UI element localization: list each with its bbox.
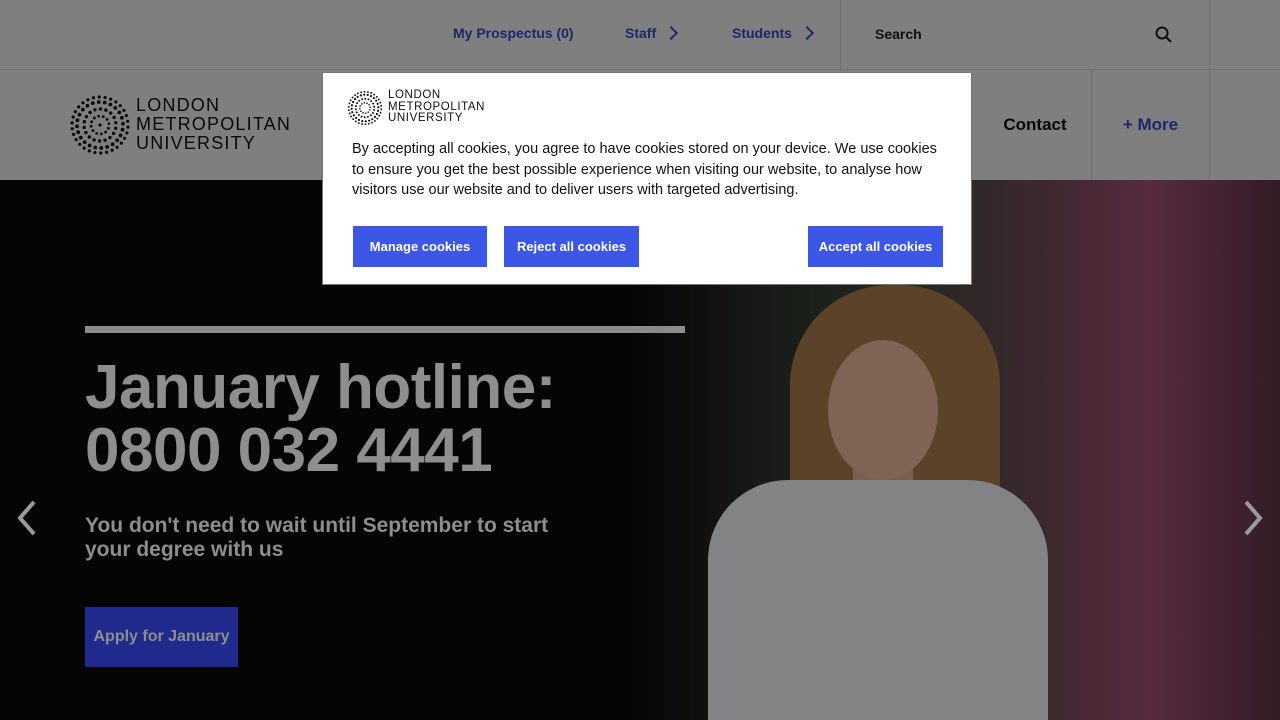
carousel-next-icon[interactable] (1240, 498, 1266, 538)
cookie-message: By accepting all cookies, you agree to h… (352, 141, 937, 198)
hero-title-line1: January hotline: (85, 353, 556, 422)
cookie-logo-wordmark: LONDON METROPOLITAN UNIVERSITY (388, 89, 486, 124)
hero-subtitle: You don't need to wait until September t… (85, 514, 549, 561)
hero-title: January hotline: 0800 032 4441 (85, 356, 725, 482)
logo-burst-icon (347, 90, 383, 126)
hero-divider (85, 326, 685, 333)
reject-cookies-button[interactable]: Reject all cookies (504, 226, 639, 267)
manage-cookies-button[interactable]: Manage cookies (353, 226, 487, 267)
carousel-prev-icon[interactable] (14, 498, 40, 538)
accept-cookies-button[interactable]: Accept all cookies (808, 226, 943, 267)
hero-title-line2: 0800 032 4441 (85, 416, 493, 485)
cookie-dialog-logo: LONDON METROPOLITAN UNIVERSITY (347, 89, 497, 126)
cookie-consent-dialog: LONDON METROPOLITAN UNIVERSITY By accept… (322, 72, 972, 285)
apply-january-button[interactable]: Apply for January (85, 607, 238, 667)
